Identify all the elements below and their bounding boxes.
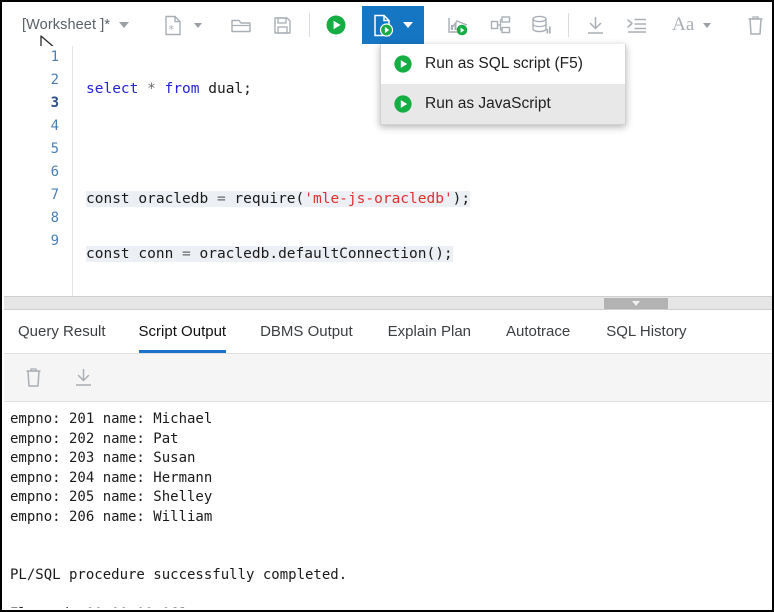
chevron-down-icon [632, 301, 640, 306]
font-size-label: Aa [672, 14, 695, 35]
tab-label: Autotrace [506, 322, 571, 340]
folder-open-icon [231, 19, 251, 33]
download-icon [75, 369, 91, 386]
tab-sql-history[interactable]: SQL History [606, 309, 686, 353]
menu-item-label: Run as JavaScript [425, 95, 551, 112]
open-file-button[interactable] [225, 8, 257, 42]
line-number: 2 [50, 72, 59, 88]
tab-autotrace[interactable]: Autotrace [506, 309, 570, 353]
output-line: Elapsed: 00:00:00.063 [10, 605, 772, 608]
toolbar-divider [308, 13, 310, 37]
run-icon [326, 15, 346, 35]
font-size-selector[interactable]: Aa [672, 14, 712, 36]
download-button[interactable] [579, 8, 611, 42]
format-button[interactable] [621, 8, 653, 42]
sql-worksheet-window: [Worksheet ]* * Aa 1 2 3 4 5 6 7 8 9 sel… [0, 0, 774, 612]
panel-splitter[interactable] [4, 296, 772, 310]
output-line: PL/SQL procedure successfully completed. [10, 567, 348, 583]
output-toolbar [4, 354, 772, 402]
tab-query-result[interactable]: Query Result [18, 309, 106, 353]
menu-item-run-as-sql-script[interactable]: Run as SQL script (F5) [381, 44, 625, 84]
tab-dbms-output[interactable]: DBMS Output [260, 309, 353, 353]
code-line-4: const conn = oracledb.defaultConnection(… [86, 246, 453, 262]
output-line: empno: 206 name: William [10, 508, 213, 525]
line-number: 9 [50, 233, 59, 249]
toolbar-divider [568, 13, 570, 37]
svg-text:*: * [169, 23, 175, 36]
line-number: 8 [50, 210, 59, 226]
line-number: 6 [50, 164, 59, 180]
autotrace-button[interactable] [484, 8, 516, 42]
run-icon [394, 55, 412, 73]
new-file-icon: * [165, 15, 181, 36]
editor-toolbar: [Worksheet ]* * Aa [4, 4, 772, 46]
tab-label: Query Result [18, 322, 106, 340]
run-statement-button[interactable] [320, 8, 352, 42]
run-script-icon [373, 14, 393, 37]
tab-label: Script Output [138, 322, 227, 340]
explain-plan-button[interactable] [442, 8, 474, 42]
splitter-collapse-handle[interactable] [604, 298, 668, 309]
worksheet-name-label: [Worksheet ]* [22, 17, 111, 33]
run-script-dropdown-menu: Run as SQL script (F5) Run as JavaScript [380, 44, 626, 125]
line-number: 1 [50, 49, 59, 65]
line-number: 5 [50, 141, 59, 157]
download-icon [587, 16, 603, 34]
tab-label: DBMS Output [260, 322, 353, 340]
chevron-down-icon [703, 22, 712, 28]
worksheet-selector[interactable]: [Worksheet ]* [4, 17, 130, 33]
explain-plan-icon [447, 17, 467, 35]
script-output-content[interactable]: empno: 201 name: Michael empno: 202 name… [4, 402, 772, 608]
line-number-gutter: 1 2 3 4 5 6 7 8 9 [4, 46, 72, 296]
code-line-3: const oracledb = require('mle-js-oracled… [86, 191, 471, 207]
line-number: 7 [50, 187, 59, 203]
tab-label: SQL History [606, 322, 687, 340]
save-disk-icon [274, 16, 291, 34]
run-script-button[interactable] [361, 6, 424, 44]
chevron-down-icon [119, 22, 130, 28]
line-number: 4 [50, 118, 59, 134]
save-output-button[interactable] [66, 361, 100, 395]
output-line: empno: 205 name: Shelley [10, 489, 213, 505]
trash-icon [26, 368, 40, 387]
sql-tuning-button[interactable] [526, 8, 558, 42]
result-tabs: Query Result Script Output DBMS Output E… [4, 310, 772, 354]
menu-item-label: Run as SQL script (F5) [425, 55, 583, 72]
run-icon [394, 95, 412, 113]
output-line: empno: 203 name: Susan [10, 450, 196, 466]
format-indent-icon [627, 18, 647, 33]
line-number: 3 [50, 95, 59, 111]
trash-icon [748, 15, 763, 35]
output-line: empno: 202 name: Pat [10, 430, 179, 447]
clear-button[interactable] [740, 8, 772, 42]
output-line: empno: 204 name: Hermann [10, 469, 213, 486]
tab-explain-plan[interactable]: Explain Plan [388, 309, 471, 353]
save-button[interactable] [267, 8, 299, 42]
active-tab-indicator [138, 350, 227, 353]
new-file-dropdown[interactable] [190, 22, 206, 28]
tab-script-output[interactable]: Script Output [138, 309, 227, 353]
tree-structure-icon [490, 16, 511, 34]
tab-label: Explain Plan [387, 322, 472, 340]
new-file-button[interactable]: * [158, 8, 190, 42]
chevron-down-icon[interactable] [402, 22, 413, 28]
clear-output-button[interactable] [16, 361, 50, 395]
chevron-down-icon [193, 22, 202, 28]
database-stats-icon [532, 15, 551, 33]
menu-item-run-as-javascript[interactable]: Run as JavaScript [381, 84, 625, 124]
output-line: empno: 201 name: Michael [10, 411, 213, 427]
